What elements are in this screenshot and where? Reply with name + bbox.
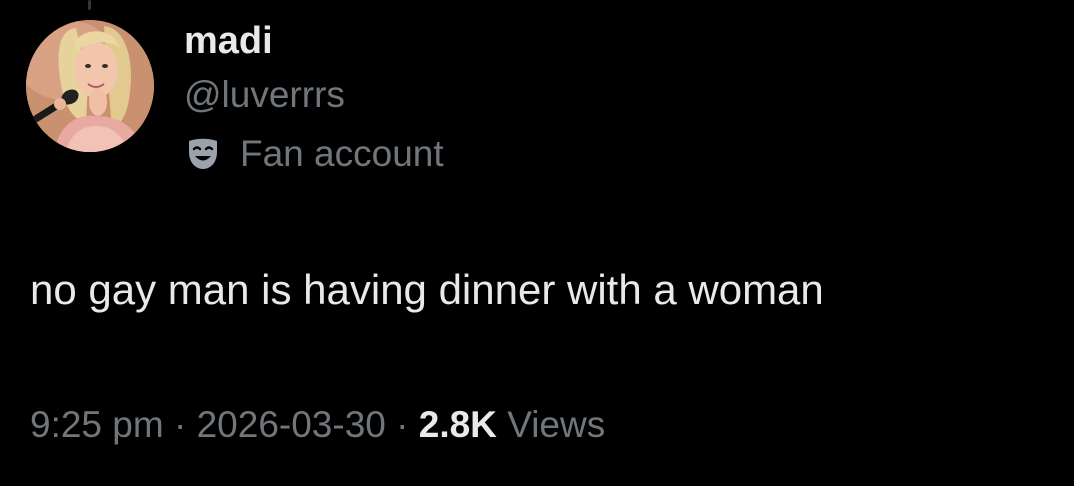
tweet-date[interactable]: 2026-03-30 [197,404,386,445]
account-label: Fan account [186,131,444,177]
tweet-text: no gay man is having dinner with a woman [30,266,824,313]
views-label[interactable]: Views [507,404,605,445]
views-count[interactable]: 2.8K [419,404,497,445]
theater-masks-icon [186,137,220,171]
account-label-text: Fan account [240,133,444,174]
avatar-image [26,20,154,152]
avatar[interactable] [26,20,154,152]
user-handle[interactable]: @luverrrs [184,72,345,118]
tweet-time[interactable]: 9:25 pm [30,404,164,445]
tweet-meta: 9:25 pm · 2026-03-30 · 2.8K Views [30,400,605,450]
meta-separator: · [396,404,409,445]
meta-separator: · [173,404,187,445]
thread-connector-line [88,0,91,10]
display-name[interactable]: madi [184,18,273,64]
